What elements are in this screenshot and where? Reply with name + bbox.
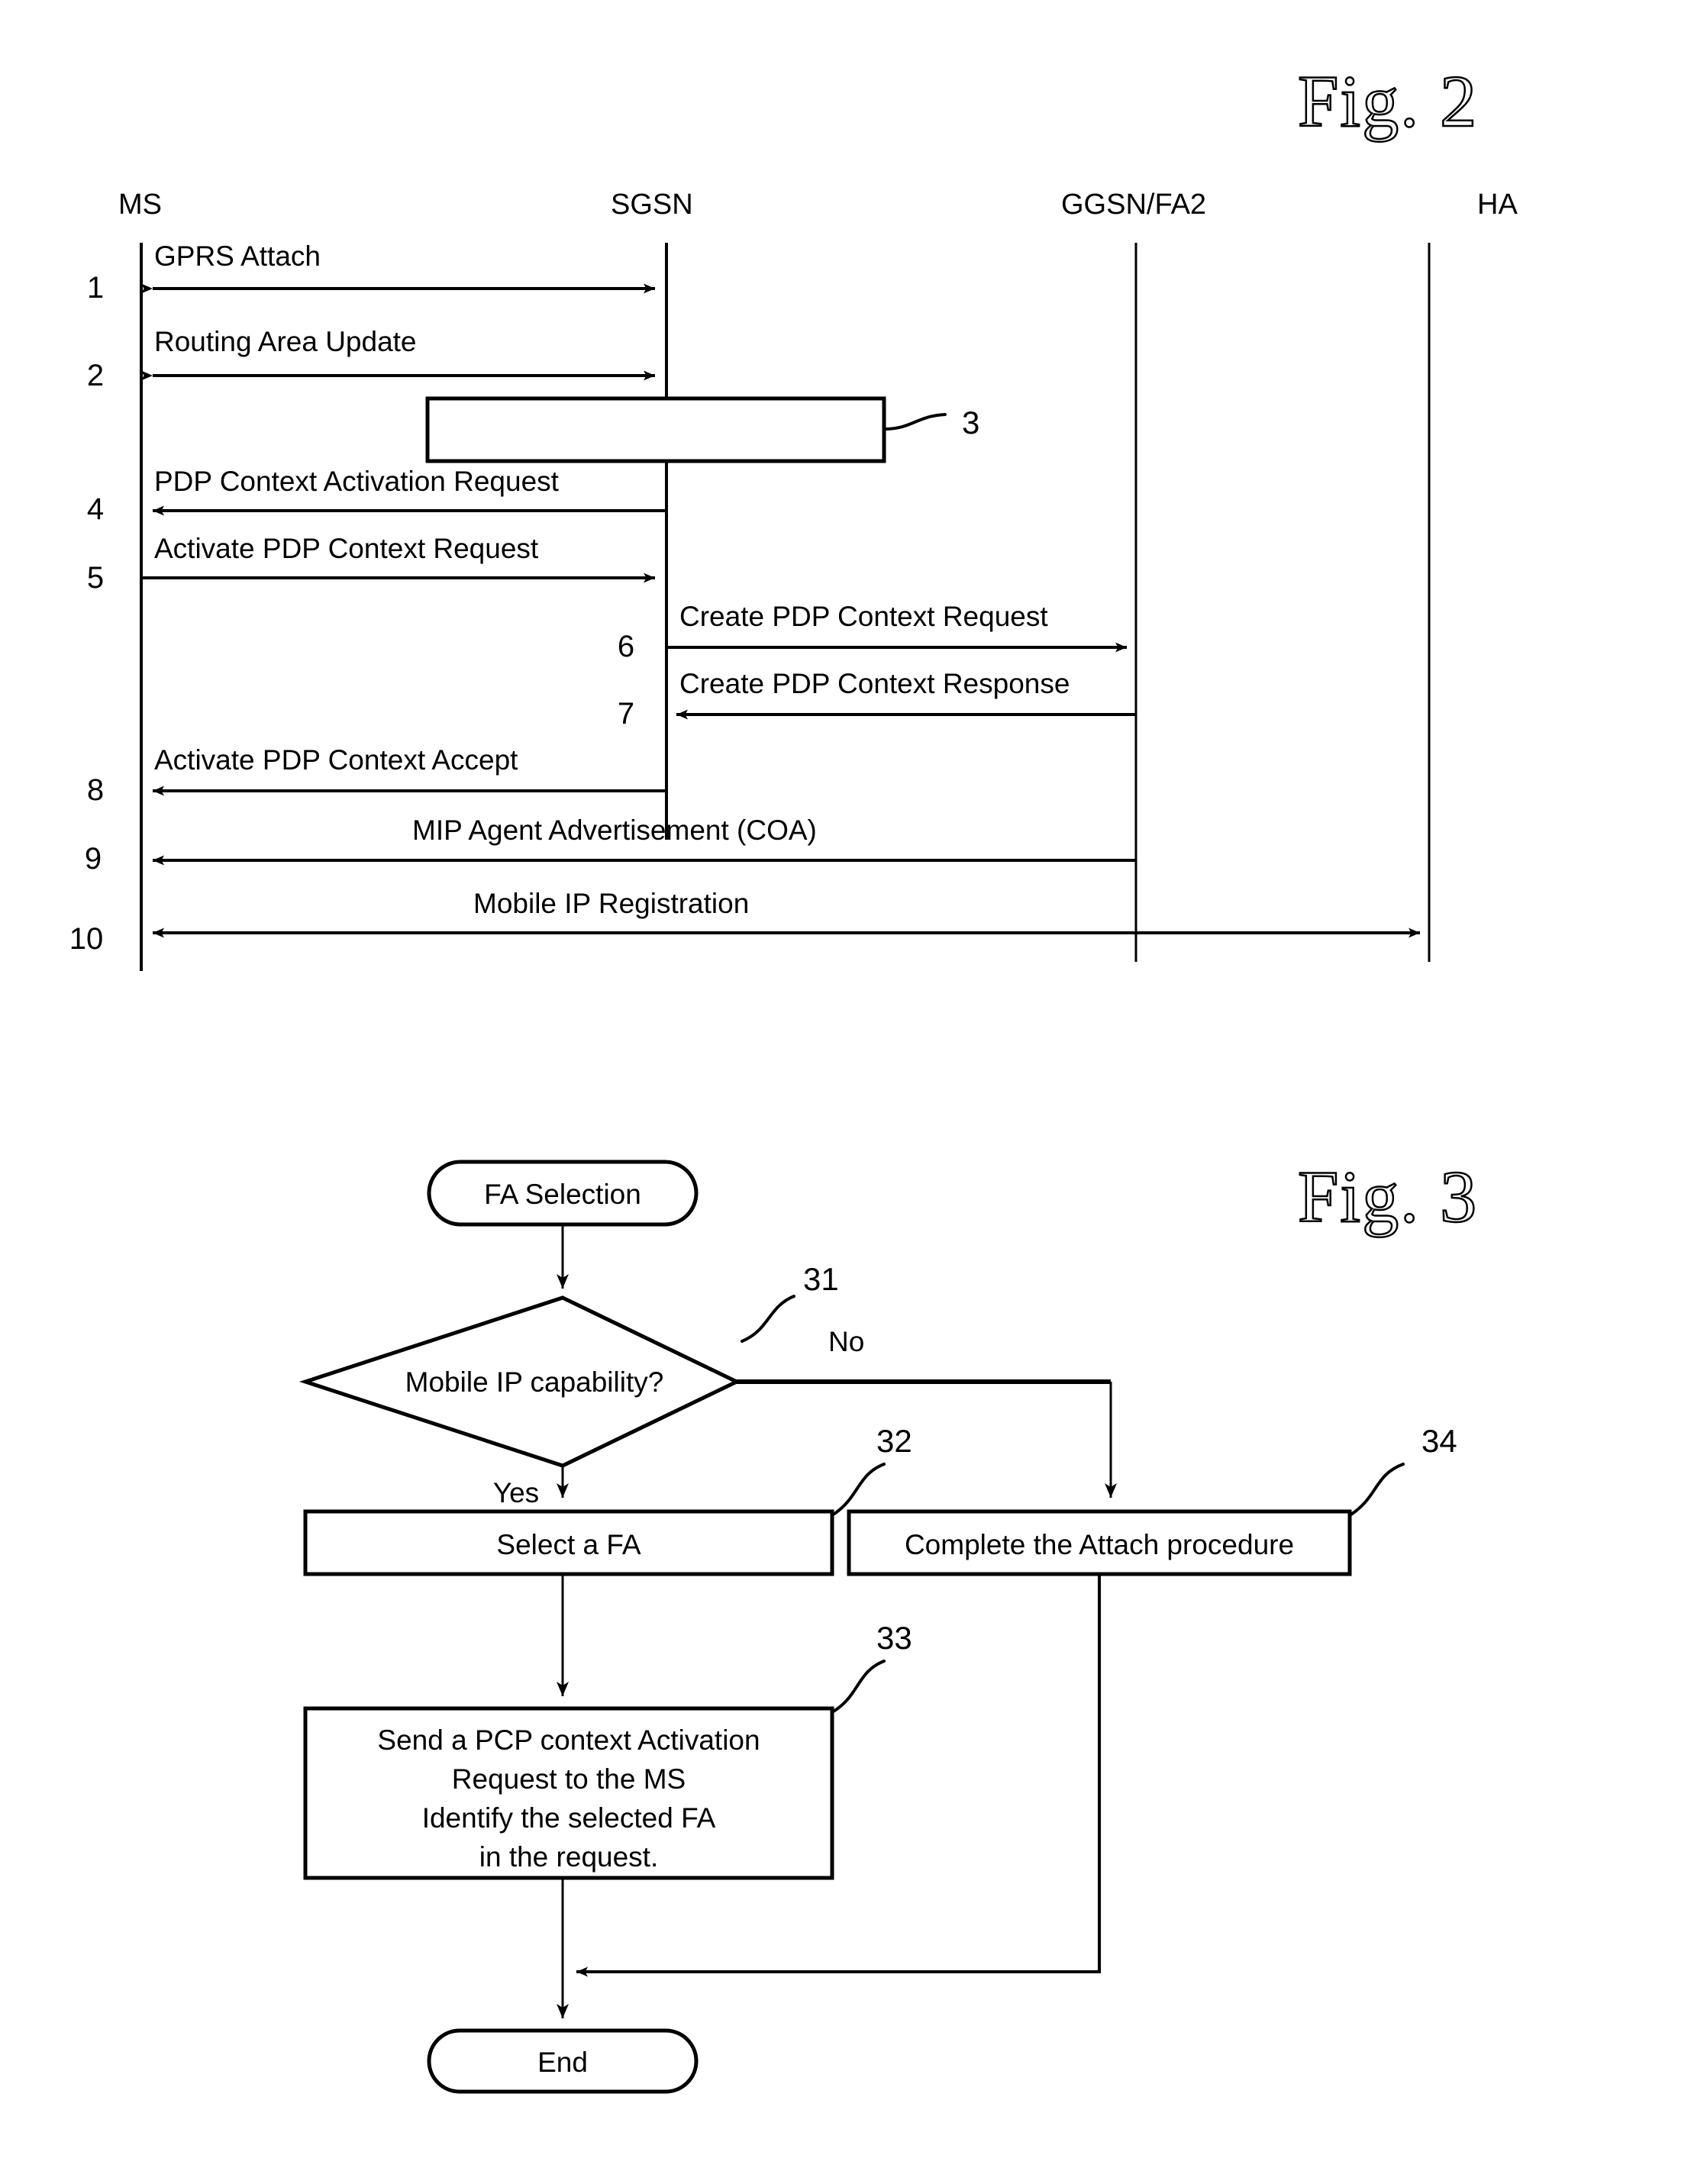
lifeline-header-sgsn: SGSN	[611, 189, 693, 221]
message-label-9: MIP Agent Advertisement (COA)	[412, 815, 817, 846]
step-number-9: 9	[85, 842, 102, 876]
branch-label-yes: Yes	[493, 1477, 539, 1508]
step-number-1: 1	[87, 271, 104, 305]
flow-process-33-line4: in the request.	[479, 1841, 658, 1873]
message-label-10: Mobile IP Registration	[473, 888, 749, 919]
step-number-4: 4	[87, 492, 104, 526]
message-label-6: Create PDP Context Request	[679, 601, 1048, 632]
flow-process-32-label: Select a FA	[496, 1529, 641, 1560]
ref-number-33: 33	[876, 1620, 912, 1656]
step-number-10: 10	[69, 922, 104, 956]
flow-start-label: FA Selection	[484, 1179, 641, 1210]
leader-line-34	[1348, 1463, 1405, 1517]
flow-process-34-label: Complete the Attach procedure	[905, 1529, 1294, 1560]
figures-canvas: Fig. 2 MS SGSN GGSN/FA2 HA 1 GPRS Attach…	[69, 60, 1518, 2094]
leader-line-31	[741, 1295, 795, 1343]
ref-number-34: 34	[1421, 1423, 1457, 1459]
lifeline-header-ha: HA	[1477, 189, 1518, 221]
branch-label-no: No	[828, 1326, 864, 1357]
patent-figure-sheet: Fig. 2 MS SGSN GGSN/FA2 HA 1 GPRS Attach…	[0, 0, 1707, 2184]
ref-number-3: 3	[962, 405, 979, 440]
leader-line-32	[831, 1463, 886, 1517]
fig3-title: Fig. 3	[1298, 1156, 1478, 1237]
flow-process-33-line3: Identify the selected FA	[422, 1802, 716, 1834]
step-number-6: 6	[618, 630, 634, 663]
ref-number-32: 32	[876, 1423, 912, 1459]
step-number-2: 2	[87, 359, 104, 392]
leader-line-3	[883, 413, 947, 431]
step-number-5: 5	[87, 561, 104, 595]
message-label-5: Activate PDP Context Request	[154, 533, 539, 564]
fig2-title: Fig. 2	[1298, 60, 1478, 142]
message-label-7: Create PDP Context Response	[679, 668, 1070, 699]
message-label-4: PDP Context Activation Request	[154, 466, 560, 497]
leader-line-33	[831, 1660, 886, 1714]
flow-process-33-line1: Send a PCP context Activation	[377, 1724, 760, 1756]
message-label-8: Activate PDP Context Accept	[154, 744, 518, 776]
lifeline-header-ggsn: GGSN/FA2	[1061, 189, 1206, 221]
step-number-8: 8	[87, 773, 104, 807]
message-label-2: Routing Area Update	[154, 326, 417, 357]
ref-number-31: 31	[803, 1261, 839, 1297]
flow-process-33-line2: Request to the MS	[452, 1763, 686, 1795]
message-label-1: GPRS Attach	[154, 240, 321, 272]
step-number-7: 7	[618, 697, 634, 731]
lifeline-header-ms: MS	[118, 189, 162, 221]
flow-end-label: End	[537, 2047, 588, 2078]
flow-decision-label: Mobile IP capability?	[405, 1366, 664, 1398]
process-box-3	[425, 396, 886, 463]
